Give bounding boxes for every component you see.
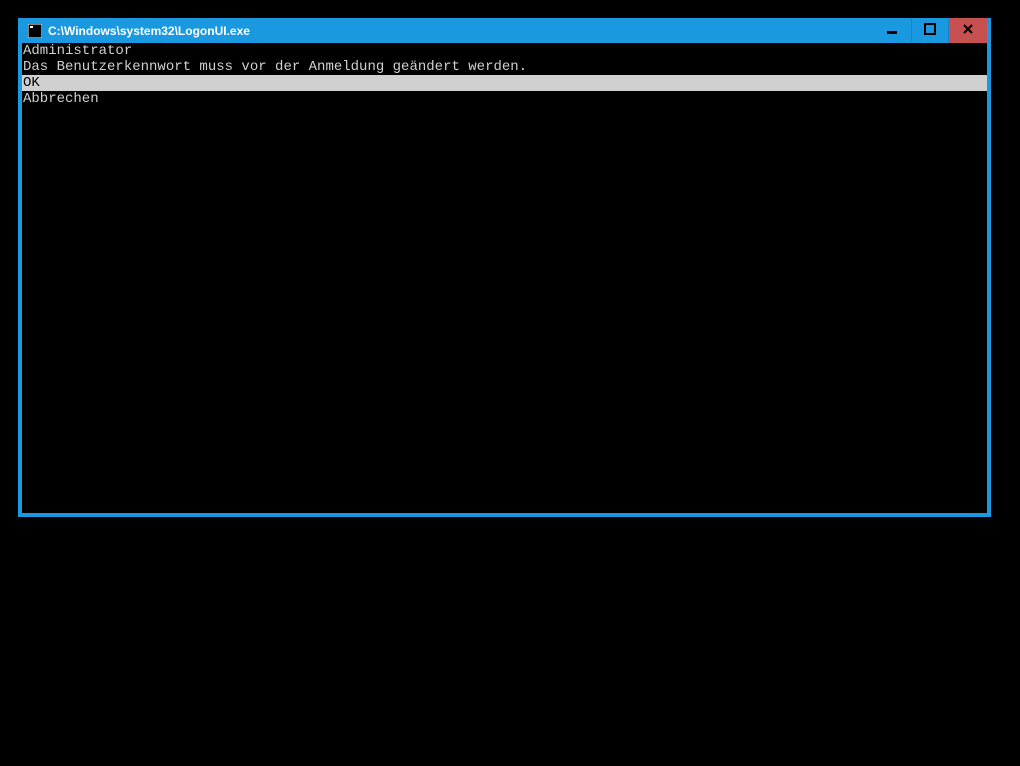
logon-window: C:\Windows\system32\LogonUI.exe Administ… bbox=[18, 18, 991, 517]
console-content: Administrator Das Benutzerkennwort muss … bbox=[22, 43, 987, 107]
close-icon bbox=[962, 23, 974, 38]
maximize-button[interactable] bbox=[911, 18, 949, 43]
minimize-button[interactable] bbox=[873, 18, 911, 43]
cancel-option[interactable]: Abbrechen bbox=[22, 91, 987, 107]
close-button[interactable] bbox=[949, 18, 987, 43]
minimize-icon bbox=[886, 23, 898, 38]
message-line: Das Benutzerkennwort muss vor der Anmeld… bbox=[22, 59, 987, 75]
ok-option[interactable]: OK bbox=[22, 75, 987, 91]
maximize-icon bbox=[924, 23, 936, 38]
window-controls bbox=[873, 18, 987, 43]
window-title: C:\Windows\system32\LogonUI.exe bbox=[48, 24, 873, 38]
titlebar[interactable]: C:\Windows\system32\LogonUI.exe bbox=[22, 18, 987, 43]
username-line: Administrator bbox=[22, 43, 987, 59]
console-app-icon bbox=[28, 24, 42, 38]
